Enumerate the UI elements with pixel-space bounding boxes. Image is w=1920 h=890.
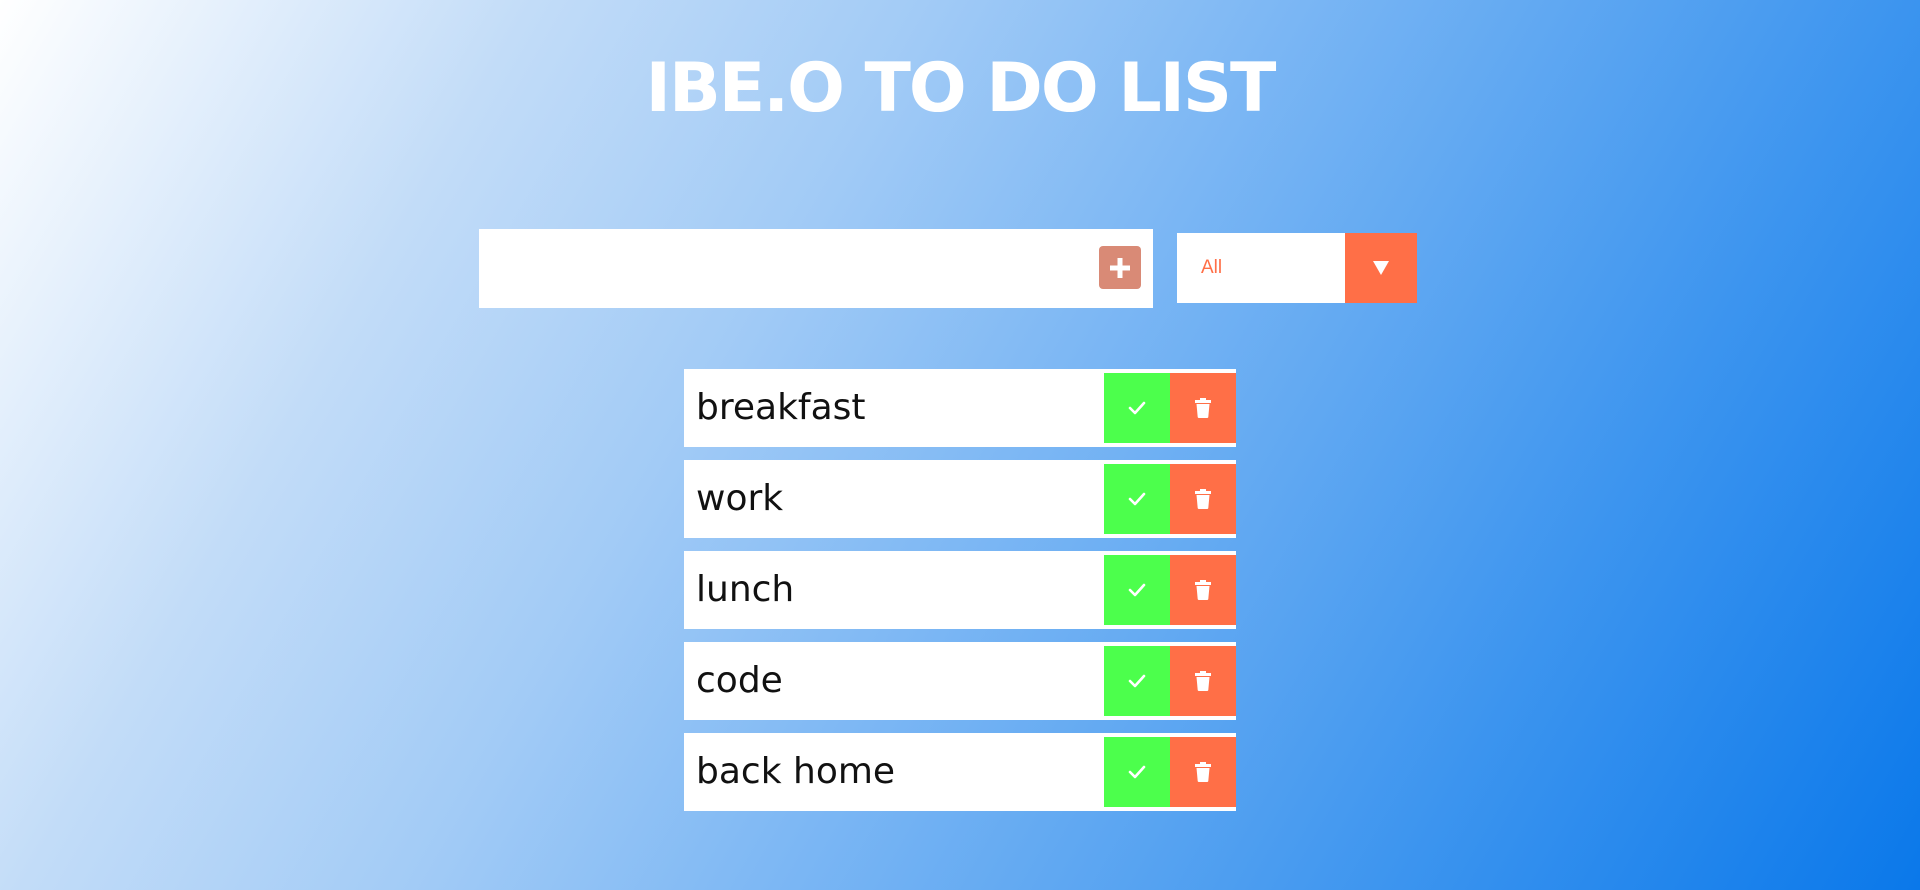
page-title: IBE.O TO DO LIST (645, 49, 1277, 128)
todo-input-container (479, 229, 1153, 308)
check-icon (1128, 674, 1146, 688)
check-icon (1128, 765, 1146, 779)
complete-button[interactable] (1104, 373, 1170, 443)
trash-icon (1195, 489, 1211, 509)
todo-item: code (684, 642, 1236, 720)
todo-item: breakfast (684, 369, 1236, 447)
delete-button[interactable] (1170, 373, 1236, 443)
delete-button[interactable] (1170, 737, 1236, 807)
trash-icon (1195, 398, 1211, 418)
filter-dropdown-button[interactable] (1345, 233, 1417, 303)
trash-icon (1195, 671, 1211, 691)
check-icon (1128, 583, 1146, 597)
check-icon (1128, 492, 1146, 506)
complete-button[interactable] (1104, 464, 1170, 534)
trash-icon (1195, 580, 1211, 600)
delete-button[interactable] (1170, 646, 1236, 716)
todo-text: back home (696, 751, 896, 792)
todo-text: work (696, 478, 784, 519)
todo-input[interactable] (479, 229, 1089, 308)
delete-button[interactable] (1170, 555, 1236, 625)
todo-list: breakfast work lunch code back home (684, 369, 1236, 824)
complete-button[interactable] (1104, 646, 1170, 716)
todo-item: lunch (684, 551, 1236, 629)
todo-item: back home (684, 733, 1236, 811)
complete-button[interactable] (1104, 737, 1170, 807)
caret-down-icon (1373, 261, 1389, 275)
check-icon (1128, 401, 1146, 415)
add-todo-button[interactable] (1099, 246, 1141, 289)
filter-selected-value: All (1201, 257, 1223, 278)
delete-button[interactable] (1170, 464, 1236, 534)
plus-icon (1110, 257, 1130, 278)
todo-text: breakfast (696, 387, 866, 428)
todo-item: work (684, 460, 1236, 538)
filter-select[interactable]: All (1177, 233, 1417, 303)
todo-text: code (696, 660, 783, 701)
todo-text: lunch (696, 569, 795, 610)
trash-icon (1195, 762, 1211, 782)
complete-button[interactable] (1104, 555, 1170, 625)
